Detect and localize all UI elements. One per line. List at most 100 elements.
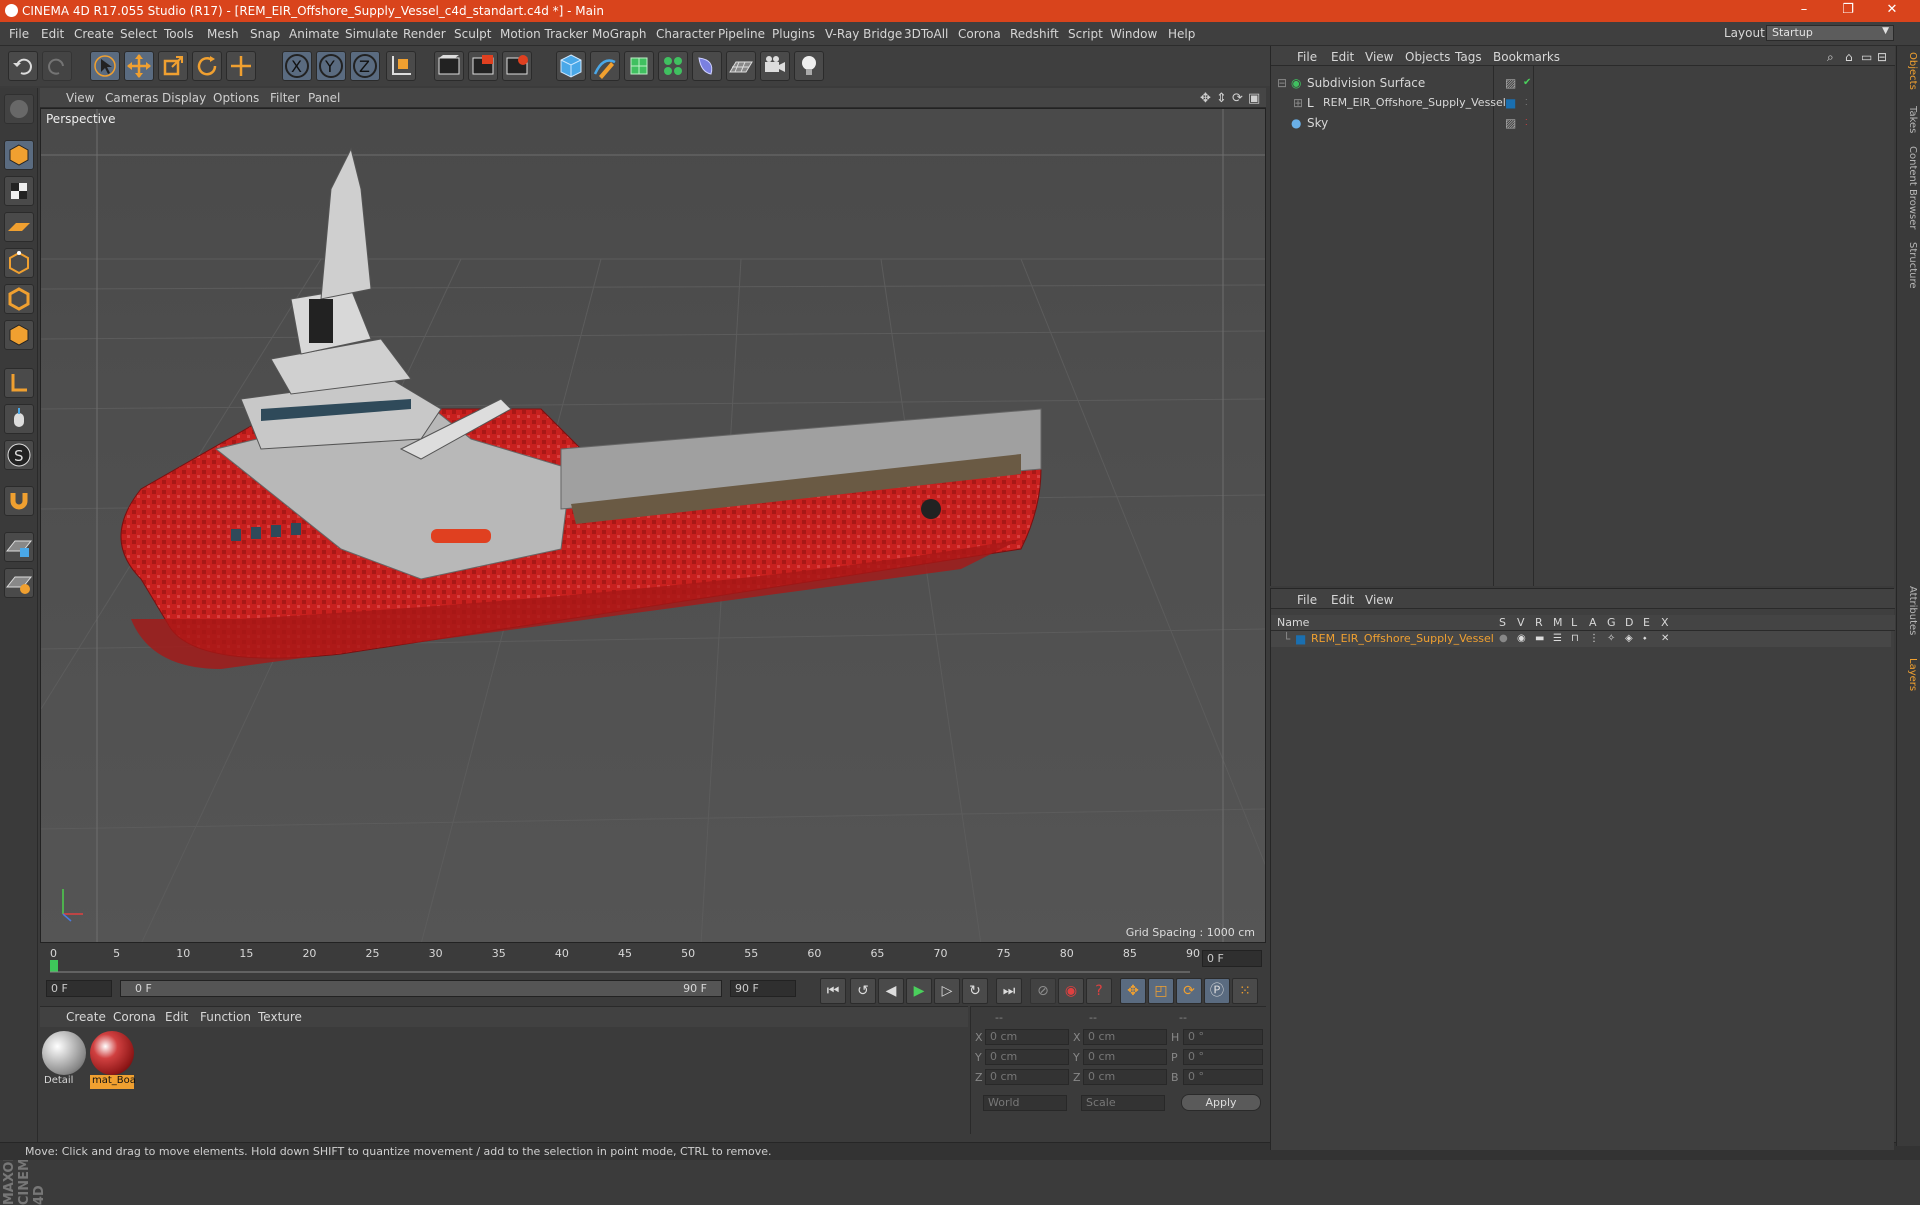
menu-character[interactable]: Character [656,27,715,41]
go-to-start-button[interactable]: ⏮ [820,978,846,1004]
key-rotation-button[interactable]: ⟳ [1176,978,1202,1004]
new-view-icon[interactable]: ▭ [1861,50,1872,64]
om-menu-bookmarks[interactable]: Bookmarks [1493,50,1560,64]
render-to-picture-viewer-button[interactable] [468,51,498,81]
menu-3dtoall[interactable]: 3DToAll [904,27,948,41]
menu-edit[interactable]: Edit [41,27,64,41]
scale-tool-button[interactable] [158,51,188,81]
recent-tool-button[interactable] [226,51,256,81]
solo-icon[interactable]: ● [1499,631,1508,647]
generators-icon[interactable]: ✧ [1607,631,1615,647]
frame-range-slider[interactable]: 0 F 90 F [120,980,722,997]
rotate-tool-button[interactable] [192,51,222,81]
viewport-move-icon[interactable]: ✥ [1200,91,1211,106]
transform-mode-select[interactable]: Scale [1081,1095,1165,1111]
keyframe-selection-button[interactable]: ? [1086,978,1112,1004]
polygons-mode-button[interactable] [4,320,34,350]
menu-create[interactable]: Create [74,27,114,41]
menu-select[interactable]: Select [120,27,157,41]
rotation-h-field[interactable]: 0 ° [1183,1029,1263,1045]
go-to-end-button[interactable]: ⏭ [996,978,1022,1004]
key-scale-button[interactable]: ◰ [1148,978,1174,1004]
menu-mograph[interactable]: MoGraph [592,27,647,41]
apply-button[interactable]: Apply [1181,1094,1261,1111]
viewport-menu-panel[interactable]: Panel [308,91,340,105]
timeline-ruler[interactable]: 0 5 10 15 20 25 30 35 40 45 50 55 60 65 70 75 80 85 90 0 F [40,944,1266,978]
viewport-menu-cameras[interactable]: Cameras [105,91,158,105]
om-menu-edit[interactable]: Edit [1331,50,1354,64]
material-menu-create[interactable]: Create [66,1010,106,1024]
om-menu-tags[interactable]: Tags [1455,50,1482,64]
layer-color-icon[interactable]: ■ [1295,631,1306,647]
om-menu-objects[interactable]: Objects [1405,50,1450,64]
menu-mesh[interactable]: Mesh [207,27,239,41]
cube-object-button[interactable] [556,51,586,81]
viewport-zoom-icon[interactable]: ⇕ [1216,91,1227,106]
object-row-sky[interactable]: ● Sky ▨ ⁚ [1277,114,1889,132]
deformers-icon[interactable]: ◈ [1625,631,1633,647]
undo-button[interactable] [8,51,38,81]
maximize-button[interactable]: ❐ [1828,2,1868,17]
deformer-button[interactable] [692,51,722,81]
size-y-field[interactable]: 0 cm [1083,1049,1167,1065]
menu-plugins[interactable]: Plugins [772,27,815,41]
light-object-button[interactable] [794,51,824,81]
edges-mode-button[interactable] [4,284,34,314]
material-menu-texture[interactable]: Texture [258,1010,302,1024]
points-mode-button[interactable] [4,248,34,278]
tab-takes[interactable]: Takes [1900,106,1918,133]
menu-render[interactable]: Render [403,27,446,41]
render-settings-button[interactable] [502,51,532,81]
subdivision-surface-button[interactable] [624,51,654,81]
grid-lock-button[interactable] [4,532,34,562]
xrefs-icon[interactable]: ✕ [1661,631,1669,647]
layer-row[interactable]: └ ■ REM_EIR_Offshore_Supply_Vessel ● ◉ ▬… [1271,631,1891,647]
start-frame-field[interactable]: 0 F [46,980,112,997]
size-z-field[interactable]: 0 cm [1083,1069,1167,1085]
tab-objects[interactable]: Objects [1900,52,1918,90]
visibility-dots-icon[interactable]: ⁚ [1525,114,1528,132]
floor-object-button[interactable] [726,51,756,81]
workplane-lock-button[interactable] [4,568,34,598]
material-swatch-boat[interactable]: mat_Boa [90,1031,136,1089]
om-menu-view[interactable]: View [1365,50,1393,64]
menu-animate[interactable]: Animate [289,27,339,41]
lm-menu-view[interactable]: View [1365,593,1393,607]
layer-color-icon[interactable]: ▨ [1505,114,1516,132]
next-frame-button[interactable]: ▷ [934,978,960,1004]
tab-structure[interactable]: Structure [1900,242,1918,289]
lm-menu-edit[interactable]: Edit [1331,593,1354,607]
animation-icon[interactable]: ⋮ [1589,631,1599,647]
rotation-b-field[interactable]: 0 ° [1183,1069,1263,1085]
viewport-menu-view[interactable]: View [66,91,94,105]
search-icon[interactable]: ⌕ [1827,50,1834,65]
view-eye-icon[interactable]: ◉ [1517,631,1526,647]
redo-button[interactable] [42,51,72,81]
next-key-button[interactable]: ↻ [962,978,988,1004]
autokey-button[interactable]: ◉ [1058,978,1084,1004]
mograph-cloner-button[interactable] [658,51,688,81]
current-frame-field[interactable]: 0 F [1202,950,1262,967]
y-axis-lock-button[interactable]: Y [316,51,346,81]
om-menu-file[interactable]: File [1297,50,1317,64]
perspective-viewport[interactable]: Perspective Grid Spacing : 1000 cm [40,108,1266,943]
viewport-menu-filter[interactable]: Filter [270,91,300,105]
play-button[interactable]: ▶ [906,978,932,1004]
object-row-subdivision[interactable]: ⊟ ◉ Subdivision Surface ▨ ✔ [1277,74,1889,92]
viewport-rotate-icon[interactable]: ⟳ [1232,91,1243,106]
material-menu-edit[interactable]: Edit [165,1010,188,1024]
menu-help[interactable]: Help [1168,27,1195,41]
home-icon[interactable]: ⌂ [1845,50,1853,64]
make-editable-button[interactable] [4,94,34,124]
move-tool-button[interactable] [124,51,154,81]
menu-motion-tracker[interactable]: Motion Tracker [500,27,588,41]
minimize-button[interactable]: – [1784,2,1824,17]
visibility-dots-icon[interactable]: ⁚ [1525,94,1528,112]
material-menu-corona[interactable]: Corona [113,1010,156,1024]
layer-color-icon[interactable]: ■ [1505,94,1516,112]
x-axis-lock-button[interactable]: X [282,51,312,81]
close-button[interactable]: ✕ [1872,2,1912,17]
menu-simulate[interactable]: Simulate [345,27,398,41]
snap-toggle-button[interactable]: S [4,440,34,470]
rotation-p-field[interactable]: 0 ° [1183,1049,1263,1065]
